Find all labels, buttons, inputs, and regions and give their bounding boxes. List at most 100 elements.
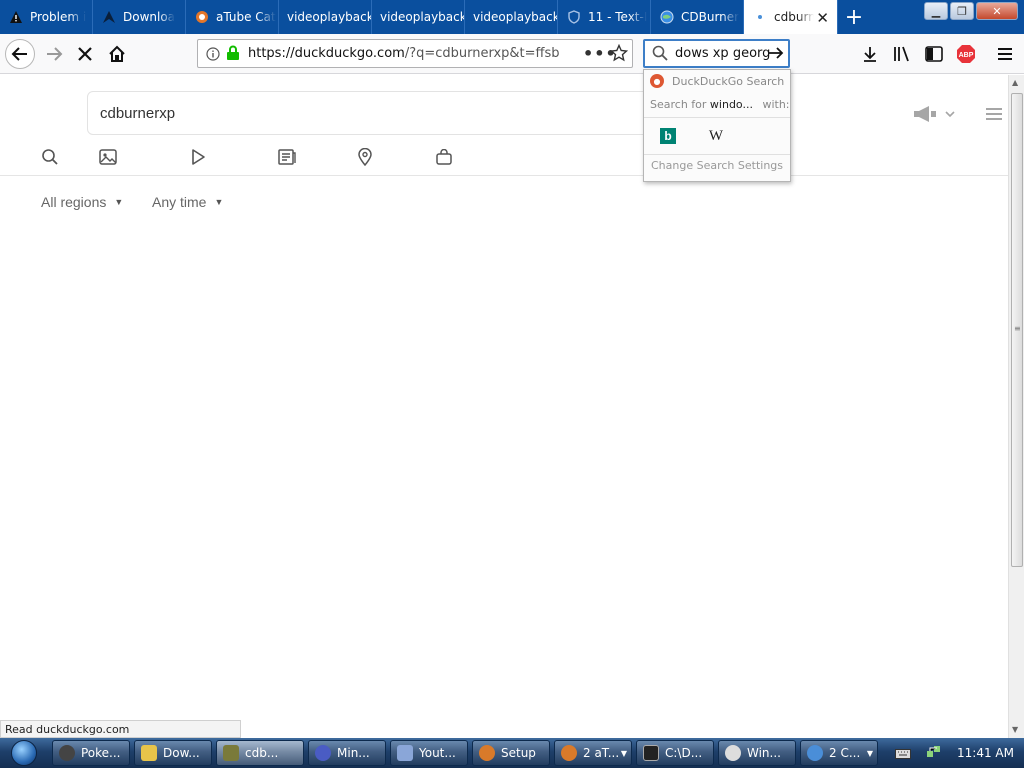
- app-icon: [315, 745, 331, 761]
- tab-label: videoplayback: [380, 10, 464, 24]
- taskbar-item[interactable]: 2 aT... ▼: [554, 740, 632, 766]
- taskbar-item-label: Min...: [337, 746, 370, 760]
- popup-search-for: Search for windo... with:: [650, 98, 790, 111]
- taskbar-item-label: Win...: [747, 746, 781, 760]
- close-tab-icon[interactable]: ✕: [816, 9, 829, 27]
- ddg-tab-maps-icon[interactable]: [355, 147, 375, 167]
- window-controls: ▁ ❐ ✕: [924, 2, 1018, 20]
- url-bar[interactable]: https://duckduckgo.com/?q=cdburnerxp&t=f…: [197, 39, 633, 68]
- clock[interactable]: 11:41 AM: [957, 746, 1014, 760]
- tab-label: Downloa: [123, 10, 176, 24]
- bing-icon: b: [660, 128, 676, 144]
- new-tab-button[interactable]: +: [838, 0, 870, 34]
- taskbar-item[interactable]: 2 C... ▼: [800, 740, 878, 766]
- wikipedia-engine-button[interactable]: W: [704, 124, 728, 148]
- atube-icon: [194, 9, 210, 25]
- windows-taskbar: Poke... Dow... cdb... Min... Yout... Set…: [0, 738, 1024, 768]
- sidebar-icon[interactable]: [923, 43, 945, 65]
- adblock-plus-icon[interactable]: ABP: [955, 43, 977, 65]
- time-filter[interactable]: Any time ▼: [152, 194, 223, 210]
- caret-down-icon: ▼: [114, 197, 124, 207]
- taskbar-item[interactable]: Yout...: [390, 740, 468, 766]
- scroll-up-icon[interactable]: ▲: [1012, 78, 1018, 87]
- search-suggestions-popup: ● DuckDuckGo Search Search for windo... …: [643, 69, 791, 182]
- status-bar: Read duckduckgo.com: [0, 720, 241, 738]
- keyboard-icon[interactable]: [895, 744, 912, 763]
- taskbar-item[interactable]: Dow...: [134, 740, 212, 766]
- network-icon[interactable]: [925, 743, 943, 763]
- page-content: cdburnerxp All regions ▼ Any time ▼: [0, 75, 1008, 720]
- taskbar-item-label: C:\D...: [665, 746, 703, 760]
- search-for-term: windo...: [709, 98, 753, 111]
- tab-videoplayback-3[interactable]: videoplayback: [465, 0, 558, 34]
- tab-label: CDBurner: [681, 10, 740, 24]
- home-icon: [109, 45, 125, 62]
- status-text: Read duckduckgo.com: [5, 723, 130, 736]
- tab-download[interactable]: Downloa: [93, 0, 186, 34]
- search-input[interactable]: dows xp georg: [675, 46, 770, 61]
- ddg-tab-web-search-icon[interactable]: [40, 147, 60, 167]
- tab-text-i[interactable]: 11 - Text-I: [558, 0, 651, 34]
- download-icon[interactable]: [859, 43, 881, 65]
- lock-icon[interactable]: [226, 45, 240, 65]
- taskbar-item[interactable]: Setup: [472, 740, 550, 766]
- grip-icon: ≡: [1014, 324, 1021, 333]
- taskbar-item[interactable]: Poke...: [52, 740, 130, 766]
- app-icon: [807, 745, 823, 761]
- globe-icon: [659, 9, 675, 25]
- tab-label: Problem i: [30, 10, 87, 24]
- wikipedia-icon: W: [708, 127, 724, 144]
- bookmark-star-icon[interactable]: [609, 43, 629, 66]
- change-search-settings-button[interactable]: Change Search Settings: [644, 159, 790, 172]
- ddg-tab-images-icon[interactable]: [98, 147, 118, 167]
- regions-filter[interactable]: All regions ▼: [41, 194, 123, 210]
- navigation-toolbar: https://duckduckgo.com/?q=cdburnerxp&t=f…: [0, 34, 1024, 74]
- scrollbar-thumb[interactable]: ≡: [1011, 93, 1023, 567]
- ddg-tab-shopping-icon[interactable]: [434, 147, 454, 167]
- minimize-button[interactable]: ▁: [924, 2, 948, 20]
- ddg-menu-icon[interactable]: [985, 106, 1003, 125]
- ddg-tab-videos-icon[interactable]: [188, 147, 208, 167]
- taskbar-item-label: Setup: [501, 746, 536, 760]
- ddg-tab-news-icon[interactable]: [277, 147, 297, 167]
- taskbar-item-label: 2 aT...: [583, 746, 620, 760]
- ddg-search-input[interactable]: cdburnerxp: [100, 105, 175, 122]
- system-tray: 11:41 AM: [895, 738, 1024, 768]
- library-icon[interactable]: [891, 43, 913, 65]
- tab-atube[interactable]: aTube Cat: [186, 0, 279, 34]
- tab-cdburn-active[interactable]: cdburn ✕: [744, 0, 838, 34]
- go-arrow-icon[interactable]: [767, 44, 785, 66]
- taskbar-item-label: cdb...: [245, 746, 279, 760]
- tab-label: videoplayback: [287, 10, 371, 24]
- menu-icon[interactable]: [994, 43, 1016, 65]
- maximize-button[interactable]: ❐: [950, 2, 974, 20]
- bing-engine-button[interactable]: b: [656, 124, 680, 148]
- start-button[interactable]: [0, 738, 48, 768]
- app-icon: [223, 745, 239, 761]
- stop-icon: [78, 47, 92, 61]
- tab-problem[interactable]: Problem i: [0, 0, 93, 34]
- taskbar-item[interactable]: Min...: [308, 740, 386, 766]
- taskbar-item[interactable]: cdb...: [216, 740, 304, 766]
- scroll-down-icon[interactable]: ▼: [1012, 725, 1018, 734]
- tab-videoplayback-1[interactable]: videoplayback: [279, 0, 372, 34]
- taskbar-item[interactable]: C:\D...: [636, 740, 714, 766]
- duckduckgo-icon: ●: [650, 74, 664, 88]
- megaphone-icon[interactable]: [912, 105, 956, 127]
- ddg-search-box[interactable]: cdburnerxp: [87, 91, 677, 135]
- home-button[interactable]: [102, 39, 132, 69]
- search-bar[interactable]: dows xp georg: [643, 39, 790, 68]
- caret-down-icon: ▼: [866, 748, 873, 758]
- vertical-scrollbar[interactable]: ▲ ≡ ▼: [1008, 75, 1024, 738]
- svg-text:ABP: ABP: [959, 52, 974, 59]
- taskbar-item[interactable]: Win...: [718, 740, 796, 766]
- info-icon[interactable]: [206, 46, 220, 65]
- tab-cdburner[interactable]: CDBurner: [651, 0, 744, 34]
- app-icon: [59, 745, 75, 761]
- back-button[interactable]: [5, 39, 35, 69]
- tab-videoplayback-2[interactable]: videoplayback: [372, 0, 465, 34]
- forward-button[interactable]: [39, 39, 69, 69]
- stop-button[interactable]: [70, 39, 100, 69]
- close-window-button[interactable]: ✕: [976, 2, 1018, 20]
- tab-strip: Problem i Downloa aTube Cat videoplaybac…: [0, 0, 1024, 34]
